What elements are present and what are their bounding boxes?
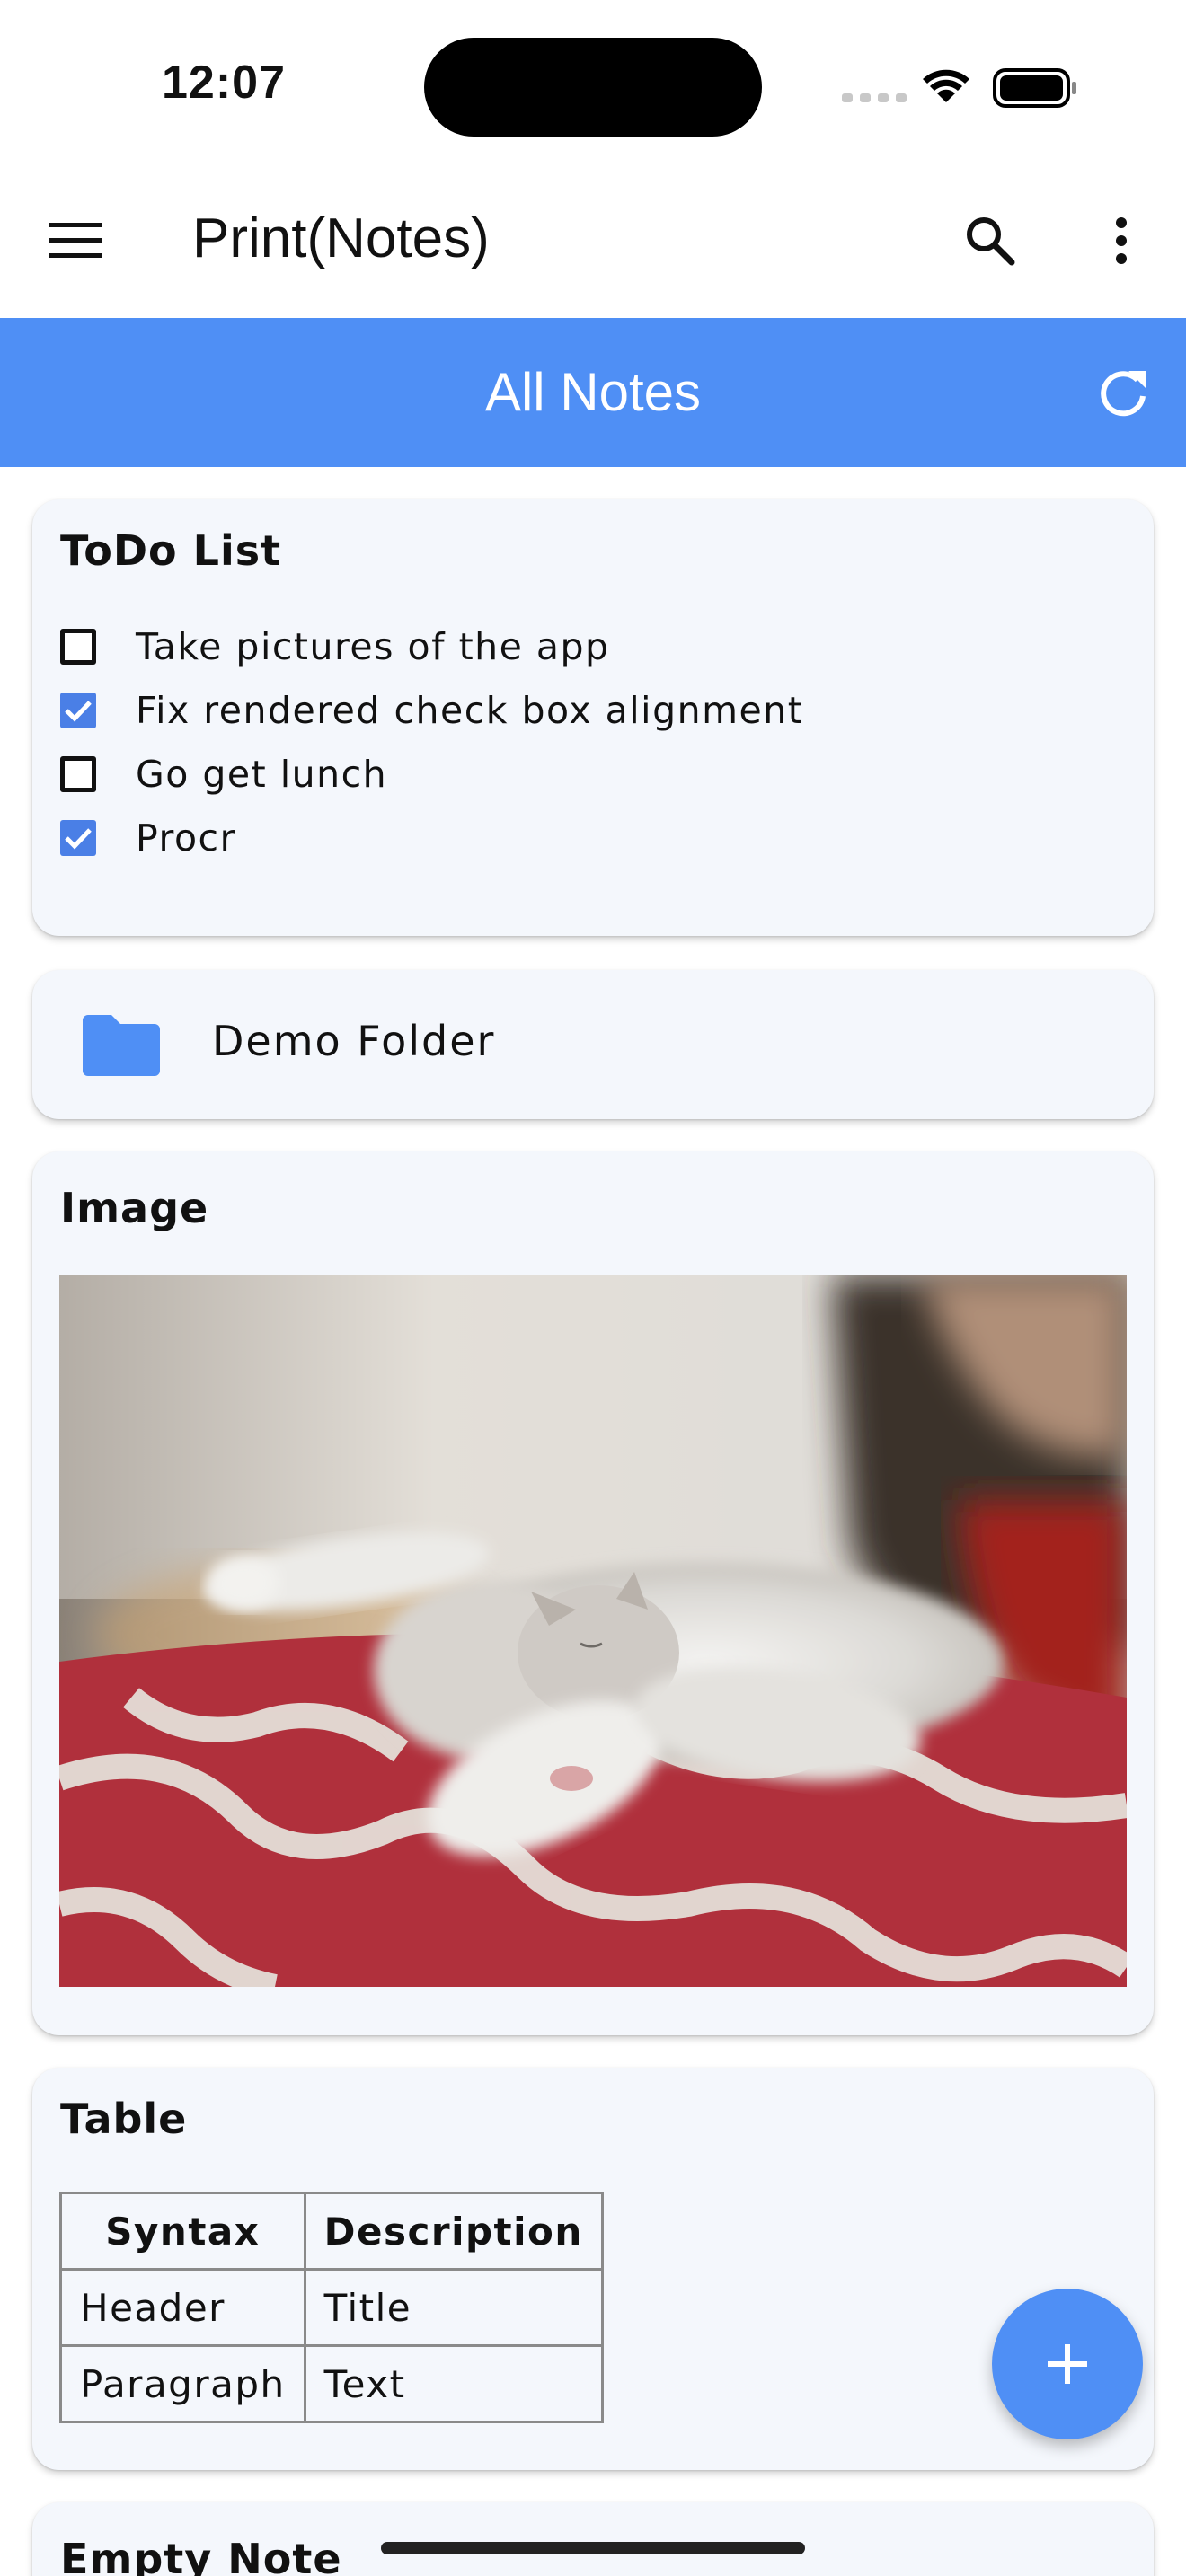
table-row: Paragraph Text <box>59 2344 604 2423</box>
status-bar: 12:07 <box>0 0 1186 171</box>
todo-item: Go get lunch <box>60 747 387 801</box>
app-title: Print(Notes) <box>192 207 490 269</box>
folder-label: Demo Folder <box>212 1017 496 1065</box>
status-icons <box>842 68 1076 108</box>
checkmark-icon <box>65 701 92 722</box>
todo-label: Procr <box>136 816 236 860</box>
todo-label: Go get lunch <box>136 753 388 796</box>
note-title: Image <box>60 1184 209 1232</box>
menu-button[interactable] <box>40 205 111 277</box>
note-title: Empty Note <box>60 2535 342 2576</box>
todo-note-card[interactable]: ToDo List Take pictures of the app Fix r… <box>32 499 1154 936</box>
refresh-button[interactable] <box>1087 357 1159 428</box>
status-time: 12:07 <box>162 57 286 109</box>
table-cell: Title <box>303 2268 604 2347</box>
refhref-icon <box>1101 371 1146 417</box>
battery-icon <box>993 68 1076 108</box>
todo-item: Fix rendered check box alignment <box>60 684 803 737</box>
todo-label: Take pictures of the app <box>136 625 610 668</box>
search-icon <box>967 217 1015 266</box>
section-title: All Notes <box>484 362 702 422</box>
more-vert-icon <box>1116 217 1127 264</box>
table-cell: Header <box>59 2268 306 2347</box>
folder-card[interactable]: Demo Folder <box>32 970 1154 1119</box>
table-cell: Text <box>303 2344 604 2423</box>
todo-item: Take pictures of the app <box>60 620 610 674</box>
empty-note-card[interactable]: Empty Note <box>32 2502 1154 2576</box>
todo-checkbox[interactable] <box>60 820 96 856</box>
search-button[interactable] <box>954 205 1026 277</box>
add-note-button[interactable] <box>992 2289 1143 2439</box>
table-cell: Paragraph <box>59 2344 306 2423</box>
home-indicator[interactable] <box>381 2542 805 2554</box>
todo-checkbox[interactable] <box>60 756 96 792</box>
note-image <box>59 1275 1127 1987</box>
todo-label: Fix rendered check box alignment <box>136 689 804 732</box>
kitten-photo <box>59 1275 1127 1987</box>
table-header-cell: Syntax <box>59 2192 306 2271</box>
wifi-icon <box>923 69 969 102</box>
note-title: Table <box>60 2095 188 2143</box>
app-bar: Print(Notes) <box>0 171 1186 316</box>
note-title: ToDo List <box>60 526 282 575</box>
plus-icon <box>1048 2344 1087 2384</box>
table-header-row: Syntax Description <box>59 2192 604 2271</box>
image-note-card[interactable]: Image <box>32 1151 1154 2035</box>
cellular-signal-icon <box>842 93 907 102</box>
folder-icon <box>83 1015 160 1076</box>
hamburger-menu-icon <box>49 223 102 258</box>
table-row: Header Title <box>59 2268 604 2347</box>
table-header-cell: Description <box>303 2192 604 2271</box>
markdown-table: Syntax Description Header Title Paragrap… <box>59 2192 604 2423</box>
more-options-button[interactable] <box>1085 205 1157 277</box>
notes-list[interactable]: ToDo List Take pictures of the app Fix r… <box>0 467 1186 2576</box>
todo-checkbox[interactable] <box>60 693 96 728</box>
table-note-card[interactable]: Table Syntax Description Header Title Pa… <box>32 2068 1154 2470</box>
todo-item: Procr <box>60 811 236 865</box>
todo-checkbox[interactable] <box>60 629 96 665</box>
dynamic-island <box>424 38 762 137</box>
section-header: All Notes <box>0 318 1186 467</box>
checkmark-icon <box>65 828 92 850</box>
